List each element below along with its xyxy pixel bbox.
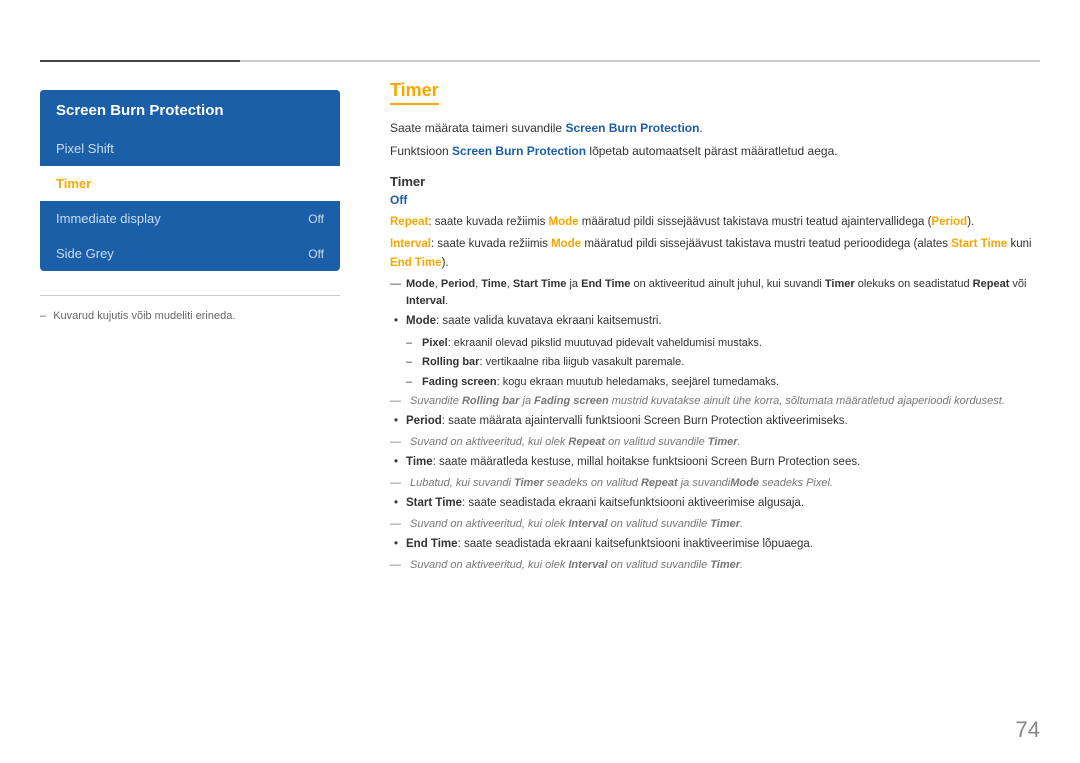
status-off: Off [390, 193, 1040, 207]
interval-label: Interval [390, 238, 431, 250]
sbp-label-period: Screen Burn Protection [644, 415, 763, 427]
menu-item-timer[interactable]: Timer [40, 166, 340, 201]
note-mode: Mode, Period, Time, Start Time ja End Ti… [390, 276, 1040, 309]
sub-note-rolling-fading: Suvandite Rolling bar ja Fading screen m… [390, 393, 1040, 410]
top-border [40, 60, 1040, 62]
period-bullet-label: Period [406, 415, 442, 427]
sub-note-time: Lubatud, kui suvandi Timer seadeks on va… [390, 475, 1040, 492]
bullet-starttime: Start Time: saate seadistada ekraani kai… [390, 494, 1040, 512]
period-label: Period [931, 216, 967, 228]
highlight-sbp-1: Screen Burn Protection [565, 121, 699, 135]
fading-label: Fading screen [422, 376, 497, 388]
note-section: – Kuvarud kujutis võib mudeliti erineda. [40, 295, 340, 325]
starttime-label-1: Start Time [951, 238, 1007, 250]
note-text: Kuvarud kujutis võib mudeliti erineda. [53, 310, 235, 322]
menu-title: Screen Burn Protection [40, 90, 340, 131]
menu-item-label: Immediate display [56, 211, 161, 226]
menu-item-label: Timer [56, 176, 91, 191]
sub-note-period: Suvand on aktiveeritud, kui olek Repeat … [390, 434, 1040, 451]
sub-note-starttime: Suvand on aktiveeritud, kui olek Interva… [390, 516, 1040, 533]
mode-bullet-label: Mode [406, 315, 436, 327]
sub-bullet-pixel: Pixel: ekraanil olevad pikslid muutuvad … [390, 335, 1040, 353]
time-bullet-label: Time [406, 456, 433, 468]
sub-note-endtime: Suvand on aktiveeritud, kui olek Interva… [390, 557, 1040, 574]
bullet-period: Period: saate määrata ajaintervalli funk… [390, 412, 1040, 430]
bullet-endtime: End Time: saate seadistada ekraani kaits… [390, 535, 1040, 553]
menu-box: Screen Burn Protection Pixel Shift Timer… [40, 90, 340, 271]
subsection-title: Timer [390, 174, 1040, 189]
repeat-label: Repeat [390, 216, 428, 228]
menu-item-value: Off [308, 212, 324, 226]
starttime-bullet-label: Start Time [406, 497, 462, 509]
mode-label-1: Mode [549, 216, 579, 228]
note-mode-text: Mode, Period, Time, Start Time ja End Ti… [406, 278, 1026, 307]
page-number: 74 [1016, 717, 1040, 743]
menu-item-pixelshift[interactable]: Pixel Shift [40, 131, 340, 166]
right-panel: Timer Saate määrata taimeri suvandile Sc… [390, 80, 1040, 575]
bullet-time: Time: saate määratleda kestuse, millal h… [390, 453, 1040, 471]
menu-item-sidegrey[interactable]: Side Grey Off [40, 236, 340, 271]
pixel-label: Pixel [422, 337, 448, 349]
menu-item-immediate[interactable]: Immediate display Off [40, 201, 340, 236]
intro-text-1: Saate määrata taimeri suvandile Screen B… [390, 119, 1040, 137]
desc-repeat: Repeat: saate kuvada režiimis Mode määra… [390, 213, 1040, 231]
mode-label-2: Mode [551, 238, 581, 250]
menu-item-label: Side Grey [56, 246, 114, 261]
rolling-label: Rolling bar [422, 356, 479, 368]
endtime-label-1: End Time [390, 257, 442, 269]
sbp-label-time: Screen Burn Protection [711, 456, 830, 468]
desc-interval: Interval: saate kuvada režiimis Mode mää… [390, 235, 1040, 272]
menu-item-value: Off [308, 247, 324, 261]
left-panel: Screen Burn Protection Pixel Shift Timer… [40, 90, 340, 325]
bullet-mode: Mode: saate valida kuvatava ekraani kait… [390, 312, 1040, 330]
sub-bullet-fading: Fading screen: kogu ekraan muutub heleda… [390, 374, 1040, 392]
intro-text-2: Funktsioon Screen Burn Protection lõpeta… [390, 142, 1040, 160]
menu-item-label: Pixel Shift [56, 141, 114, 156]
highlight-sbp-2: Screen Burn Protection [452, 144, 586, 158]
dash-icon: – [40, 308, 46, 325]
sub-bullet-rolling: Rolling bar: vertikaalne riba liigub vas… [390, 354, 1040, 372]
endtime-bullet-label: End Time [406, 538, 458, 550]
section-title: Timer [390, 80, 439, 105]
